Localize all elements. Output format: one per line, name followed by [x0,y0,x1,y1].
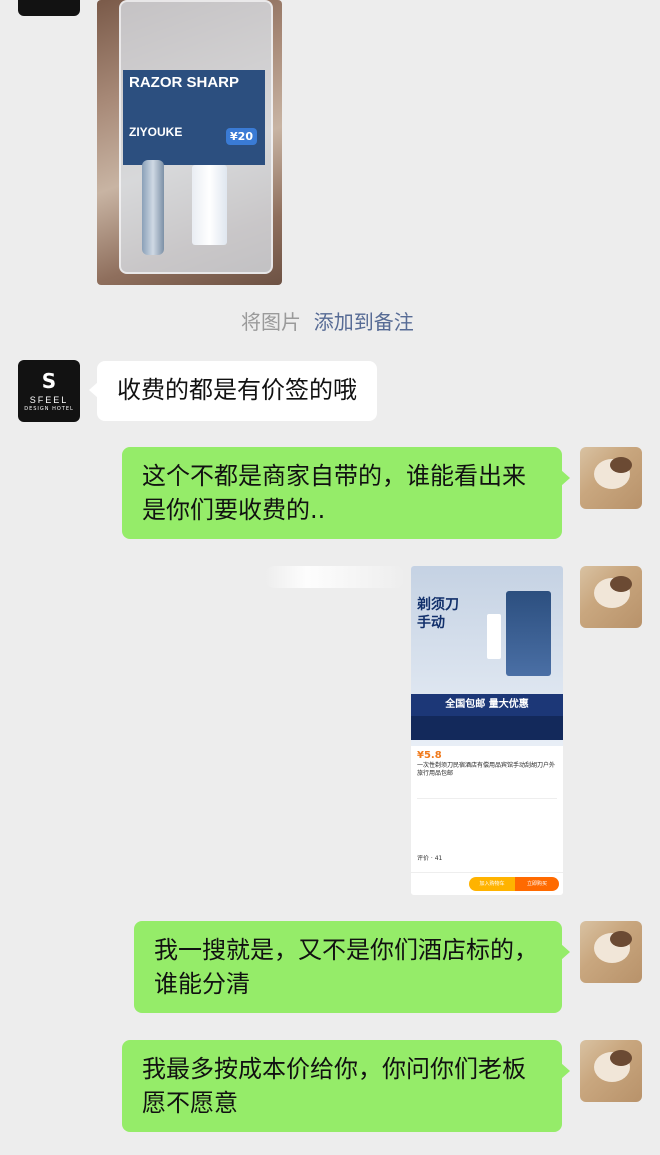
add-to-remark-link[interactable]: 添加到备注 [314,310,414,334]
hotel-avatar[interactable]: S SFEEL DESIGN HOTEL [18,360,80,422]
product-screenshot-message[interactable]: 剃须刀 手动 全国包邮 量大优惠 ¥5.8 一次性剃须刀民宿酒店有偿用品宾馆手动… [411,566,563,895]
user-avatar[interactable] [580,566,642,628]
razor-brand-text: RAZOR SHARP [129,74,240,91]
bubble-tail [561,1063,570,1079]
buy-now-button[interactable]: 立即购买 [515,877,559,891]
product-title: 一次性剃须刀民宿酒店有偿用品宾馆手动刮胡刀户外旅行用品包邮 [417,762,556,777]
product-thumbnails [411,716,563,740]
product-price: ¥5.8 [417,750,442,761]
razor-photo-message[interactable]: RAZOR SHARP ZIYOUKE ¥20 [97,0,282,285]
hotel-brand-sub: DESIGN HOTEL [24,405,74,412]
product-headline: 剃须刀 手动 [417,597,459,631]
razor-label: RAZOR SHARP ZIYOUKE ¥20 [123,70,265,165]
hotel-brand-name: SFEEL [29,394,69,405]
message-bubble-left[interactable]: 收费的都是有价签的哦 [97,361,377,421]
hotel-logo-mark: S [41,368,57,393]
dog-ear [610,931,632,947]
hotel-avatar-top[interactable]: DESIGN HOTEL [18,0,80,16]
product-razor-image [506,591,551,676]
message-bubble-right[interactable]: 我一搜就是，又不是你们酒店标的，谁能分清 [134,921,562,1013]
dog-ear [610,457,632,473]
product-review-label: 评价 · 41 [417,855,443,862]
dog-ear [610,1050,632,1066]
user-avatar[interactable] [580,1040,642,1102]
product-tube-image [487,614,501,659]
message-bubble-right[interactable]: 这个不都是商家自带的，谁能看出来是你们要收费的.. [122,447,562,539]
user-avatar[interactable] [580,921,642,983]
product-action-bar: 加入购物车 立即购买 [411,872,563,895]
add-to-cart-button[interactable]: 加入购物车 [469,877,515,891]
message-bubble-right[interactable]: 我最多按成本价给你，你问你们老板愿不愿意 [122,1040,562,1132]
system-notice: 将图片 添加到备注 [241,306,414,335]
product-info-rows [417,798,557,849]
product-banner-text: 全国包邮 量大优惠 [445,699,529,710]
product-banner: 全国包邮 量大优惠 [411,694,563,716]
system-notice-prefix: 将图片 [241,310,301,334]
toothpaste-tube [192,165,227,245]
blurred-sender-name [265,566,405,588]
bubble-tail [561,470,570,486]
razor-price-tag: ¥20 [226,128,257,145]
bubble-tail [561,944,570,960]
dog-ear [610,576,632,592]
razor-handle [142,160,164,255]
user-avatar[interactable] [580,447,642,509]
